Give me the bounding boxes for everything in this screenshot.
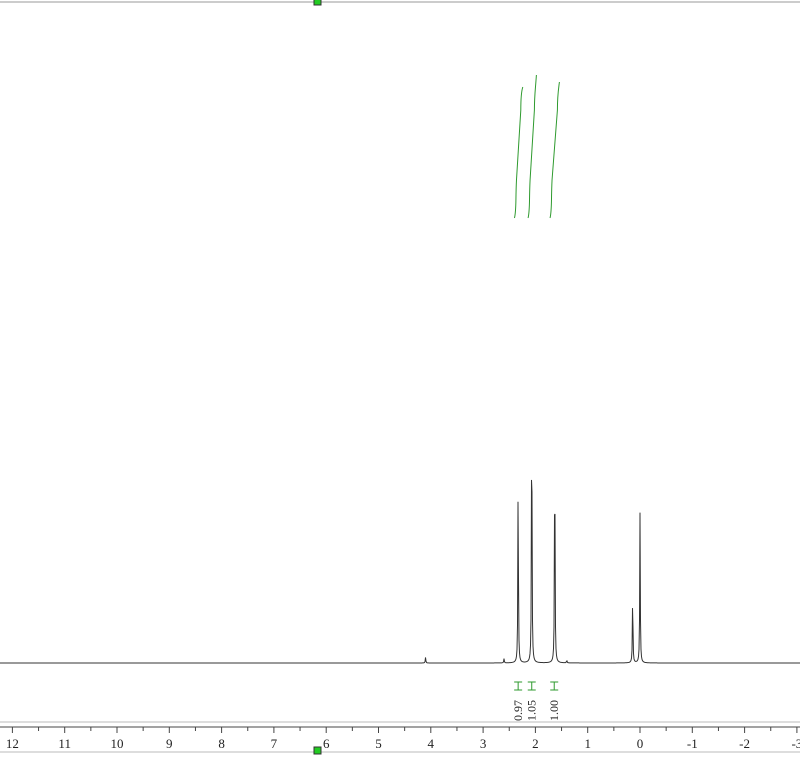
integral-bracket-icon (514, 681, 523, 691)
x-tick-label: 5 (375, 736, 382, 751)
x-tick-label: 11 (58, 736, 71, 751)
x-tick-label: 4 (428, 736, 435, 751)
x-tick-label: 2 (532, 736, 539, 751)
bottom-drag-handle[interactable] (313, 746, 322, 755)
top-drag-handle[interactable] (313, 0, 322, 6)
x-tick-label: 6 (323, 736, 330, 751)
integral-bracket-icon (527, 681, 536, 691)
integral-value: 1.05 (525, 700, 539, 721)
nmr-spectrum-chart: 0.97 1.05 1.00 12 11 10 9 8 7 6 5 4 3 2 1 0 -1 -2 -3 (0, 0, 800, 755)
x-tick-label: -1 (687, 736, 698, 751)
x-tick-label: 3 (480, 736, 487, 751)
integral-value: 1.00 (547, 700, 561, 721)
x-tick-label: 8 (218, 736, 225, 751)
x-tick-label: 0 (637, 736, 644, 751)
x-tick-label: 12 (6, 736, 19, 751)
integral-curves (513, 74, 560, 219)
integral-curve[interactable] (513, 86, 524, 219)
integral-curve[interactable] (549, 81, 560, 219)
x-tick-label: 7 (271, 736, 278, 751)
x-tick-label: 10 (111, 736, 124, 751)
x-tick-label: -2 (739, 736, 750, 751)
integral-curve[interactable] (527, 74, 537, 219)
x-axis-ticks: 12 11 10 9 8 7 6 5 4 3 2 1 0 -1 -2 -3 (6, 727, 800, 751)
spectrum-trace (0, 479, 800, 664)
x-tick-label: -3 (791, 736, 800, 751)
integral-bracket-icon (550, 681, 559, 691)
integral-value: 0.97 (511, 700, 525, 721)
x-tick-label: 9 (166, 736, 173, 751)
x-tick-label: 1 (584, 736, 591, 751)
integral-labels: 0.97 1.05 1.00 (511, 681, 561, 721)
